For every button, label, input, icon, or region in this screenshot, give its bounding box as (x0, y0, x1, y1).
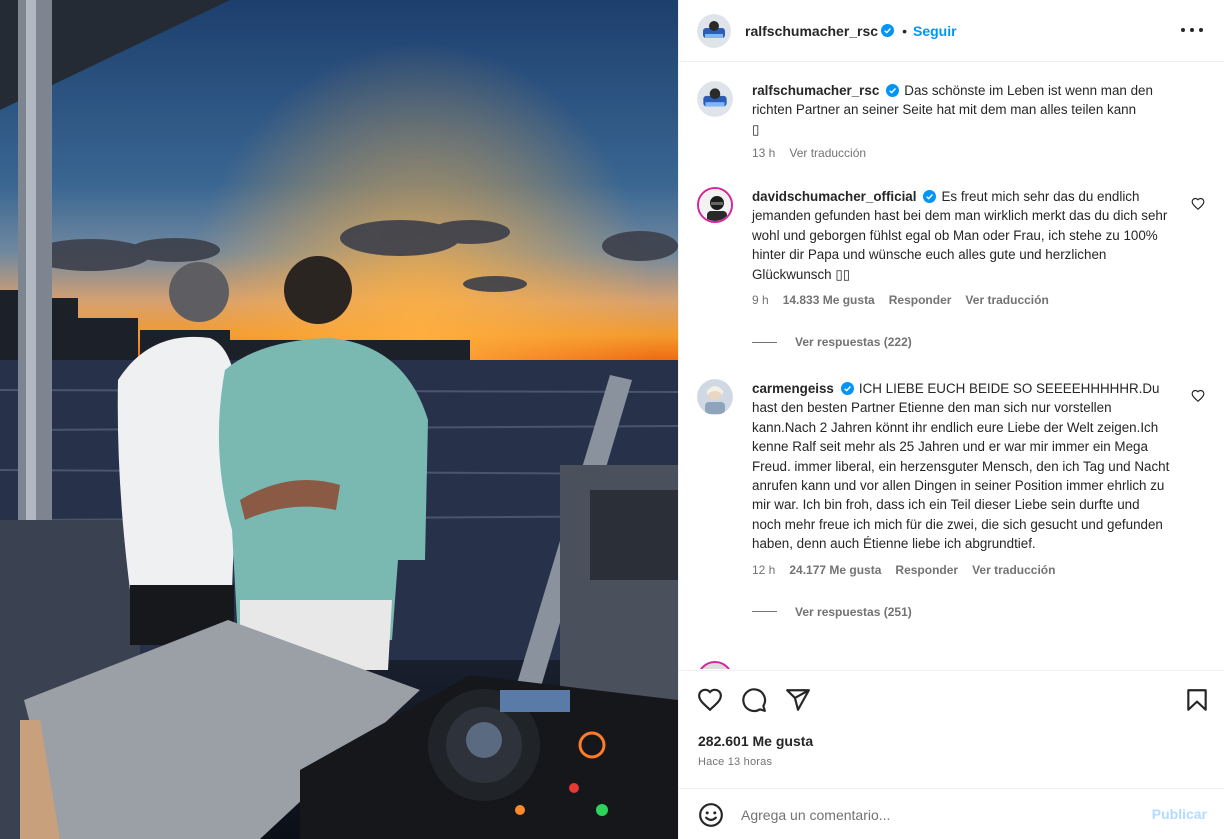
view-replies-label: Ver respuestas (222) (795, 335, 912, 350)
author-username[interactable]: ralfschumacher_rsc (745, 23, 878, 39)
comment-emoji: ▯ (752, 121, 760, 137)
translate-link[interactable]: Ver traducción (965, 293, 1048, 307)
comment-time: 9 h (752, 293, 769, 308)
more-options-icon[interactable] (1181, 20, 1203, 40)
comment-input[interactable] (741, 803, 1131, 827)
follow-button[interactable]: Seguir (913, 23, 957, 39)
reply-button[interactable]: Responder (889, 293, 952, 307)
post-header: ralfschumacher_rsc • Seguir (679, 0, 1224, 62)
post-detail-panel: ralfschumacher_rsc • Seguir ralfschumach… (678, 0, 1224, 839)
author-avatar[interactable] (697, 13, 731, 48)
emoji-icon[interactable] (698, 802, 724, 828)
view-replies-button[interactable]: Ver respuestas (222) (752, 335, 1207, 349)
comment-username[interactable]: carmengeiss (752, 381, 834, 396)
commenter-avatar[interactable] (697, 379, 733, 415)
comment-username[interactable]: davidschumacher_official (752, 189, 916, 204)
comment-item: carmengeiss ICH LIEBE EUCH BEIDE SO SEEEE… (697, 379, 1207, 619)
comment-username[interactable]: ralfschumacher_rsc (752, 83, 879, 98)
separator-dot: • (902, 22, 907, 39)
view-replies-button[interactable]: Ver respuestas (251) (752, 605, 1207, 619)
next-comment-avatar[interactable] (697, 661, 733, 669)
caption: ralfschumacher_rsc Das schönste im Leben … (697, 81, 1207, 160)
verified-badge-icon (886, 84, 900, 97)
comments-list[interactable]: ralfschumacher_rsc Das schönste im Leben … (679, 63, 1224, 669)
view-replies-label: Ver respuestas (251) (795, 604, 912, 619)
verified-badge-icon (840, 382, 854, 395)
comment-time: 12 h (752, 562, 776, 577)
paper-plane-icon[interactable] (785, 687, 811, 713)
comment-bubble-icon[interactable] (741, 687, 767, 713)
comment-item: davidschumacher_official Es freut mich se… (697, 187, 1207, 349)
commenter-avatar[interactable] (697, 187, 733, 223)
comment-likes[interactable]: 14.833 Me gusta (783, 293, 875, 307)
post-likes-count[interactable]: 282.601 Me gusta (698, 733, 813, 749)
verified-badge-icon (923, 190, 937, 203)
author-avatar[interactable] (697, 81, 733, 117)
heart-icon[interactable] (697, 687, 723, 713)
translate-link[interactable]: Ver traducción (789, 146, 866, 160)
comment-like-heart-icon[interactable] (1191, 197, 1205, 211)
add-comment-bar: Publicar (679, 788, 1224, 839)
post-photo[interactable] (0, 0, 678, 839)
post-timestamp: Hace 13 horas (698, 756, 773, 768)
bookmark-icon[interactable] (1184, 687, 1210, 713)
comment-like-heart-icon[interactable] (1191, 389, 1205, 403)
replies-divider-line (752, 341, 777, 343)
comment-likes[interactable]: 24.177 Me gusta (789, 563, 881, 577)
post-actions: 282.601 Me gusta Hace 13 horas (679, 670, 1224, 790)
comment-time: 13 h (752, 146, 776, 161)
verified-badge-icon (881, 24, 895, 37)
publish-button[interactable]: Publicar (1152, 806, 1207, 822)
translate-link[interactable]: Ver traducción (972, 563, 1055, 577)
comment-text: ICH LIEBE EUCH BEIDE SO SEEEEHHHHHR.Du h… (752, 381, 1170, 552)
sunset-boat-photo (0, 0, 678, 839)
reply-button[interactable]: Responder (895, 563, 958, 577)
replies-divider-line (752, 611, 777, 613)
